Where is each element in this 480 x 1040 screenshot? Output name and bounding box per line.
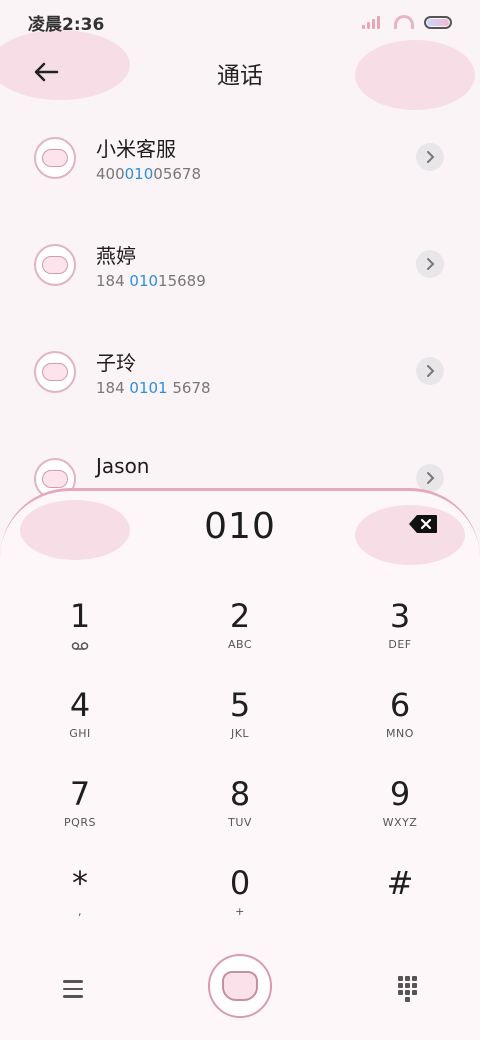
contact-number: 184 01015689 [96, 272, 206, 290]
chevron-right-icon [427, 151, 435, 163]
page-title: 通话 [217, 63, 263, 89]
contact-name: 小米客服 [96, 137, 176, 161]
signal-icon [362, 15, 384, 29]
chevron-right-icon [427, 258, 435, 270]
key-4[interactable]: 4 GHI [30, 685, 130, 765]
key-1[interactable]: 1 [30, 596, 130, 676]
contact-name: 燕婷 [96, 244, 136, 268]
status-bar: 凌晨2:36 [0, 0, 480, 44]
contact-results-list: 小米客服 40001005678 燕婷 184 01015689 子玲 184 … [0, 115, 480, 543]
contact-number: 40001005678 [96, 165, 201, 183]
avatar [34, 137, 76, 179]
contact-name: Jason [96, 454, 150, 478]
backspace-button[interactable] [408, 514, 444, 540]
battery-icon [424, 15, 452, 29]
call-button[interactable] [208, 954, 272, 1018]
contact-row[interactable]: 小米客服 40001005678 [0, 115, 480, 222]
key-2[interactable]: 2 ABC [190, 596, 290, 676]
bottom-bar [0, 950, 480, 1030]
status-time: 凌晨2:36 [28, 14, 105, 35]
contact-number: 184 0101 5678 [96, 379, 211, 397]
menu-icon[interactable] [56, 972, 90, 1006]
backspace-icon [409, 515, 437, 533]
contact-detail-button[interactable] [416, 357, 444, 385]
key-5[interactable]: 5 JKL [190, 685, 290, 765]
key-star[interactable]: * , [30, 863, 130, 943]
status-icons [362, 15, 452, 29]
key-7[interactable]: 7 PQRS [30, 774, 130, 854]
avatar [34, 244, 76, 286]
contact-row[interactable]: 燕婷 184 01015689 [0, 222, 480, 329]
key-0[interactable]: 0 + [190, 863, 290, 943]
contact-name: 子玲 [96, 351, 136, 375]
chevron-right-icon [427, 472, 435, 484]
call-icon [222, 971, 258, 1001]
key-9[interactable]: 9 WXYZ [350, 774, 450, 854]
chevron-right-icon [427, 365, 435, 377]
contact-row[interactable]: 子玲 184 0101 5678 [0, 329, 480, 436]
key-6[interactable]: 6 MNO [350, 685, 450, 765]
wifi-icon [394, 15, 414, 29]
key-8[interactable]: 8 TUV [190, 774, 290, 854]
contact-detail-button[interactable] [416, 250, 444, 278]
header: 通话 [0, 44, 480, 100]
key-hash[interactable]: # [350, 863, 450, 943]
avatar [34, 351, 76, 393]
voicemail-icon [71, 642, 89, 650]
contact-detail-button[interactable] [416, 143, 444, 171]
key-3[interactable]: 3 DEF [350, 596, 450, 676]
keypad-icon[interactable] [398, 976, 418, 1002]
